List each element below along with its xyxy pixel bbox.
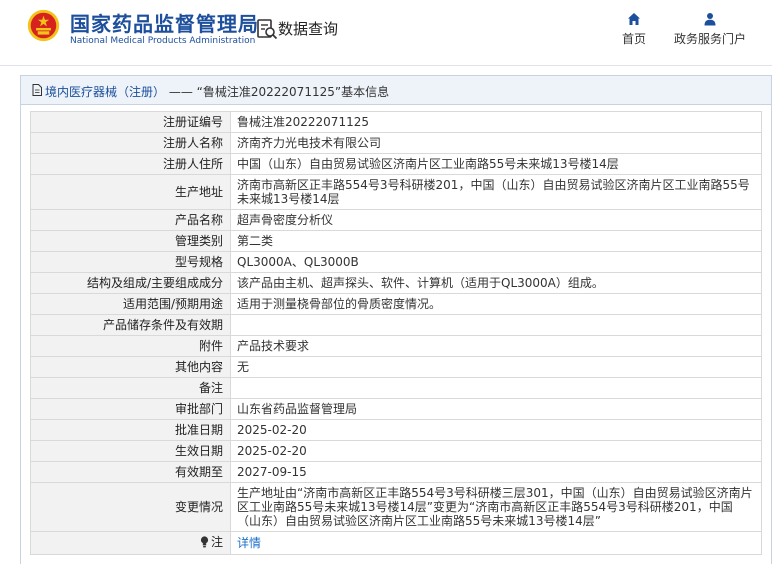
field-key: 注册人住所 [30, 153, 231, 175]
field-value: 济南市高新区正丰路554号3号科研楼201，中国（山东）自由贸易试验区济南片区工… [230, 174, 762, 210]
field-value: 第二类 [230, 230, 762, 252]
note-key-cell: 注 [30, 531, 231, 555]
org-name-cn[interactable]: 国家药品监督管理局 [70, 8, 259, 37]
field-key: 结构及组成/主要组成成分 [30, 272, 231, 294]
field-value: 济南齐力光电技术有限公司 [230, 132, 762, 154]
field-value: 超声骨密度分析仪 [230, 209, 762, 231]
field-key: 审批部门 [30, 398, 231, 420]
document-icon [32, 84, 42, 96]
table-row: 型号规格 QL3000A、QL3000B [30, 251, 762, 273]
breadcrumb-suffix: 基本信息 [341, 85, 390, 99]
nav-service-portal[interactable]: 政务服务门户 [670, 12, 750, 47]
table-row: 有效期至 2027-09-15 [30, 461, 762, 483]
nav-home[interactable]: 首页 [618, 12, 650, 47]
table-row: 管理类别 第二类 [30, 230, 762, 252]
registration-info-table: 注册证编号 鲁械注准20222071125 注册人名称 济南齐力光电技术有限公司 注… [30, 111, 762, 555]
table-row: 结构及组成/主要组成成分 该产品由主机、超声探头、软件、计算机（适用于QL3000… [30, 272, 762, 294]
site-header: 国家药品监督管理局 National Medical Products Admi… [0, 0, 772, 66]
national-emblem-icon [27, 9, 60, 42]
field-value: 山东省药品监督管理局 [230, 398, 762, 420]
org-name-en[interactable]: National Medical Products Administration [70, 36, 255, 46]
data-query-icon[interactable] [256, 18, 278, 40]
table-row: 注 详情 [30, 531, 762, 555]
field-key: 生产地址 [30, 174, 231, 210]
breadcrumb-record: “鲁械注准20222071125” [196, 85, 342, 99]
data-query-link[interactable]: 数据查询 [278, 18, 338, 39]
field-key: 产品名称 [30, 209, 231, 231]
nav-service-portal-label: 政务服务门户 [673, 32, 746, 46]
table-row: 批准日期 2025-02-20 [30, 419, 762, 441]
field-key: 其他内容 [30, 356, 231, 378]
note-key: 注 [200, 535, 223, 549]
detail-link[interactable]: 详情 [237, 536, 261, 550]
table-row: 生效日期 2025-02-20 [30, 440, 762, 462]
field-key: 注册人名称 [30, 132, 231, 154]
table-row: 产品名称 超声骨密度分析仪 [30, 209, 762, 231]
field-value: 产品技术要求 [230, 335, 762, 357]
field-value: 鲁械注准20222071125 [230, 111, 762, 133]
field-value: 该产品由主机、超声探头、软件、计算机（适用于QL3000A）组成。 [230, 272, 762, 294]
field-key: 生效日期 [30, 440, 231, 462]
user-icon [704, 13, 716, 26]
nav-home-label: 首页 [621, 32, 646, 46]
field-key: 管理类别 [30, 230, 231, 252]
field-key: 注册证编号 [30, 111, 231, 133]
field-value: 适用于测量桡骨部位的骨质密度情况。 [230, 293, 762, 315]
field-value: 生产地址由“济南市高新区正丰路554号3号科研楼三层301，中国（山东）自由贸易… [230, 482, 762, 532]
field-value: 无 [230, 356, 762, 378]
table-row: 注册人住所 中国（山东）自由贸易试验区济南片区工业南路55号未来城13号楼14层 [30, 153, 762, 175]
field-key: 产品储存条件及有效期 [30, 314, 231, 336]
lightbulb-icon [200, 536, 209, 548]
breadcrumb: 境内医疗器械（注册） —— “鲁械注准20222071125”基本信息 [21, 76, 771, 105]
field-value: 2025-02-20 [230, 440, 762, 462]
field-value: 中国（山东）自由贸易试验区济南片区工业南路55号未来城13号楼14层 [230, 153, 762, 175]
note-value: 详情 [230, 531, 762, 555]
table-row: 产品储存条件及有效期 [30, 314, 762, 336]
table-row: 其他内容无 [30, 356, 762, 378]
field-value: QL3000A、QL3000B [230, 251, 762, 273]
table-row: 变更情况 生产地址由“济南市高新区正丰路554号3号科研楼三层301，中国（山东）… [30, 482, 762, 532]
field-value: 2027-09-15 [230, 461, 762, 483]
field-key: 批准日期 [30, 419, 231, 441]
table-row: 注册人名称 济南齐力光电技术有限公司 [30, 132, 762, 154]
table-row: 生产地址 济南市高新区正丰路554号3号科研楼201，中国（山东）自由贸易试验区济… [30, 174, 762, 210]
note-key-label: 注 [210, 535, 223, 549]
table-row: 审批部门 山东省药品监督管理局 [30, 398, 762, 420]
field-key: 附件 [30, 335, 231, 357]
page-title: 境内医疗器械（注册） —— “鲁械注准20222071125”基本信息 [45, 83, 389, 100]
field-key: 有效期至 [30, 461, 231, 483]
detail-panel: 境内医疗器械（注册） —— “鲁械注准20222071125”基本信息 注册证编… [20, 75, 772, 564]
table-row: 附件 产品技术要求 [30, 335, 762, 357]
field-value [230, 377, 762, 399]
field-value: 2025-02-20 [230, 419, 762, 441]
field-key: 适用范围/预期用途 [30, 293, 231, 315]
field-key: 备注 [30, 377, 231, 399]
breadcrumb-category-link[interactable]: 境内医疗器械（注册） [45, 85, 165, 99]
table-row: 备注 [30, 377, 762, 399]
home-icon [628, 13, 640, 25]
table-row: 注册证编号 鲁械注准20222071125 [30, 111, 762, 133]
field-value [230, 314, 762, 336]
field-key: 变更情况 [30, 482, 231, 532]
table-row: 适用范围/预期用途 适用于测量桡骨部位的骨质密度情况。 [30, 293, 762, 315]
field-key: 型号规格 [30, 251, 231, 273]
breadcrumb-separator: —— [165, 85, 197, 99]
